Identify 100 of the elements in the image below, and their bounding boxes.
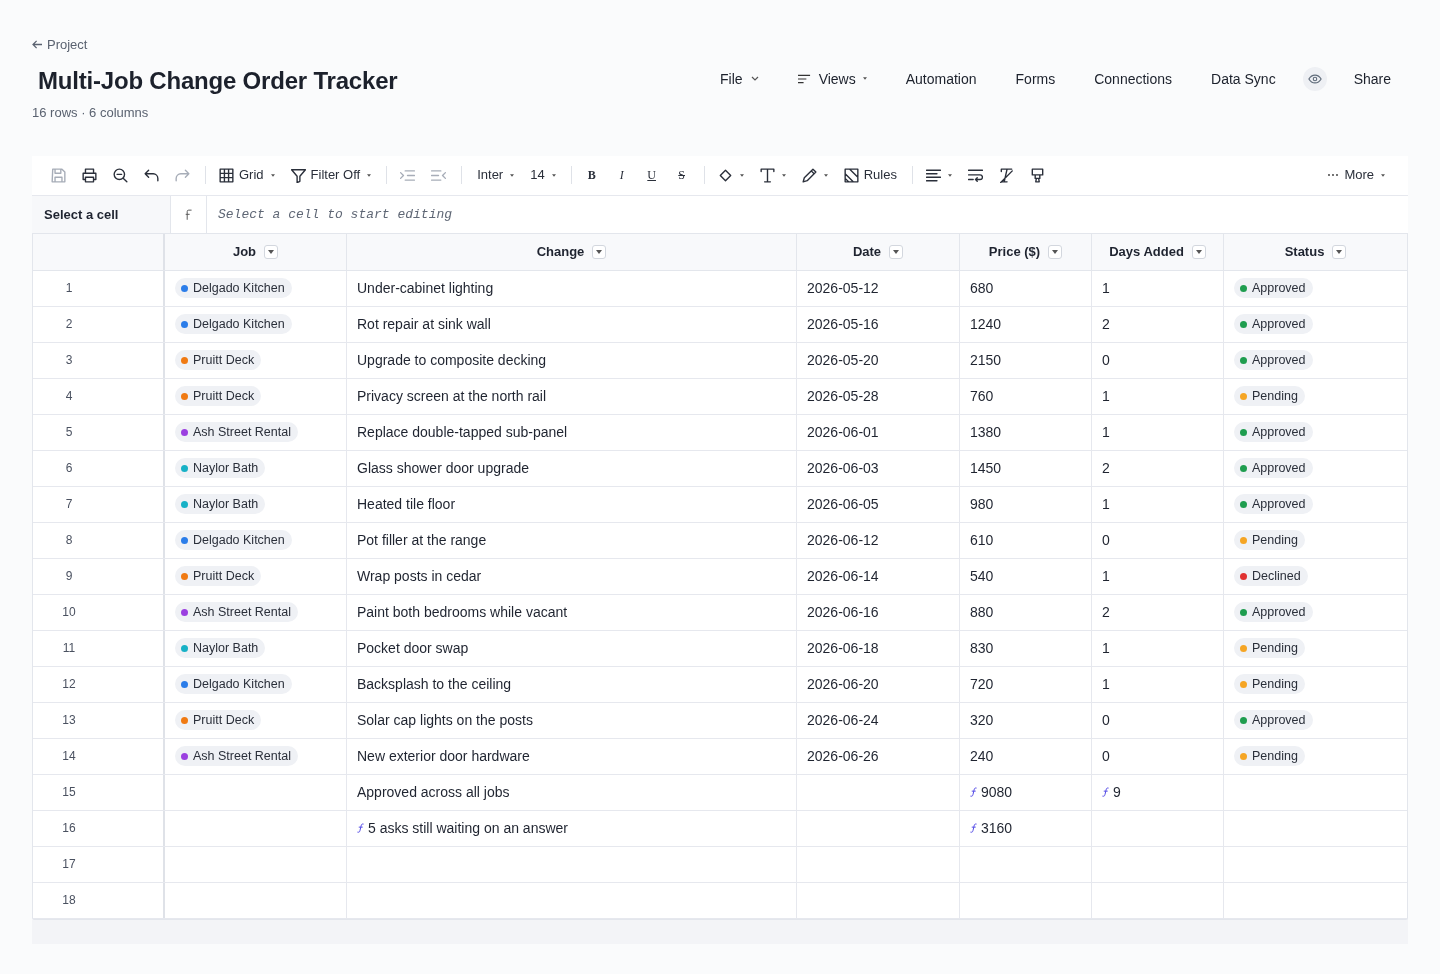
table-cell: 2026-06-01 — [797, 414, 960, 450]
table-cell: 1380 — [960, 414, 1092, 450]
formula-icon — [1102, 787, 1109, 797]
font-size-dropdown[interactable]: 14 — [523, 162, 563, 188]
redo-icon — [175, 167, 190, 183]
table-cell: 2026-06-05 — [797, 486, 960, 522]
column-menu-button[interactable] — [1332, 244, 1347, 259]
row-number: 11 — [33, 630, 165, 666]
table-cell: 2026-06-24 — [797, 702, 960, 738]
back-link[interactable]: Project — [32, 35, 88, 54]
table-cell: 2026-06-16 — [797, 594, 960, 630]
arrow-left-icon — [32, 40, 43, 49]
column-header: Date — [852, 244, 882, 259]
tag-label: Pruitt Deck — [193, 569, 255, 583]
font-dropdown[interactable]: Inter — [468, 162, 522, 188]
table-cell: 0 — [1092, 522, 1224, 558]
table-cell: 320 — [960, 702, 1092, 738]
italic-button[interactable]: I — [607, 162, 636, 188]
table-cell: 2026-05-12 — [797, 270, 960, 306]
table-cell: 2 — [1092, 450, 1224, 486]
more-menu[interactable]: More — [1321, 162, 1392, 188]
table-cell: 1 — [1092, 414, 1224, 450]
underline-button[interactable]: U — [637, 162, 666, 188]
formula-icon — [970, 823, 977, 833]
row-number: 9 — [33, 558, 165, 594]
table-cell: 2026-06-26 — [797, 738, 960, 774]
grid-icon — [219, 167, 234, 183]
column-menu-button[interactable] — [889, 244, 904, 259]
tag-label: Pending — [1252, 533, 1298, 547]
table-summary: 16 rows · 6 columns — [32, 103, 150, 122]
column-header: Job — [232, 244, 257, 259]
column-menu-button[interactable] — [1048, 244, 1063, 259]
table-cell: Glass shower door upgrade — [347, 450, 797, 486]
filter-dropdown[interactable]: Filter Off — [283, 162, 379, 188]
chevron-down-icon — [750, 76, 759, 81]
tag-label: Pruitt Deck — [193, 713, 255, 727]
row-number: 6 — [33, 450, 165, 486]
clear-format-icon — [998, 167, 1014, 183]
tag-label: Ash Street Rental — [193, 749, 291, 763]
column-header: Change — [536, 244, 585, 259]
table-cell: 1 — [1092, 558, 1224, 594]
table-cell: Backsplash to the ceiling — [347, 666, 797, 702]
tag-label: Pruitt Deck — [193, 389, 255, 403]
indent-icon — [400, 167, 416, 183]
table-cell: 0 — [1092, 342, 1224, 378]
bold-button[interactable]: B — [577, 162, 606, 188]
row-number: 5 — [33, 414, 165, 450]
column-header: Price ($) — [988, 244, 1041, 259]
table-cell: Solar cap lights on the posts — [347, 702, 797, 738]
text-wrap-icon — [967, 167, 983, 183]
formula-input[interactable]: Select a cell to start editing — [207, 195, 1408, 234]
column-menu-button[interactable] — [264, 244, 279, 259]
rules-button[interactable]: Rules — [836, 162, 904, 188]
table-cell: New exterior door hardware — [347, 738, 797, 774]
table-cell: Wrap posts in cedar — [347, 558, 797, 594]
page-title: Multi-Job Change Order Tracker — [38, 65, 399, 96]
table-cell: Heated tile floor — [347, 486, 797, 522]
table-cell: 1 — [1092, 378, 1224, 414]
tag-label: Naylor Bath — [193, 641, 259, 655]
table-cell: 2026-06-14 — [797, 558, 960, 594]
row-number: 10 — [33, 594, 165, 630]
formula-value: 9080 — [981, 784, 1013, 800]
table-cell: 0 — [1092, 738, 1224, 774]
table-cell: Approved across all jobs — [347, 774, 797, 810]
table-cell: 610 — [960, 522, 1092, 558]
lines-icon — [797, 73, 811, 84]
row-number: 13 — [33, 702, 165, 738]
formula-icon — [357, 823, 364, 833]
file-menu[interactable]: File — [720, 68, 759, 89]
row-number: 14 — [33, 738, 165, 774]
nav-link[interactable]: Forms — [1015, 68, 1056, 89]
nav-link[interactable]: Connections — [1094, 68, 1173, 89]
table-cell: Pot filler at the range — [347, 522, 797, 558]
column-menu-button[interactable] — [592, 244, 607, 259]
table-cell: 1 — [1092, 630, 1224, 666]
table-cell: Pocket door swap — [347, 630, 797, 666]
column-menu-button[interactable] — [1191, 244, 1206, 259]
paint-format-icon — [1029, 167, 1045, 183]
diamond-icon — [717, 167, 733, 183]
table-cell: Rot repair at sink wall — [347, 306, 797, 342]
nav-link[interactable]: Share — [1353, 68, 1391, 89]
tag-label: Pruitt Deck — [193, 353, 255, 367]
formula-value: 3160 — [981, 820, 1013, 836]
table-cell: 1 — [1092, 666, 1224, 702]
nav-link[interactable]: Data Sync — [1211, 68, 1276, 89]
formula-icon — [970, 787, 977, 797]
views-menu[interactable]: Views — [797, 68, 867, 89]
tag-label: Pending — [1252, 389, 1298, 403]
row-number: 8 — [33, 522, 165, 558]
tag-label: Approved — [1252, 461, 1306, 475]
outdent-icon — [431, 167, 447, 183]
tag-label: Declined — [1252, 569, 1301, 583]
preview-button[interactable] — [1302, 66, 1327, 91]
table-cell: Upgrade to composite decking — [347, 342, 797, 378]
view-dropdown[interactable]: Grid — [212, 162, 282, 188]
eye-icon — [1307, 73, 1322, 84]
table-cell: 2026-06-18 — [797, 630, 960, 666]
table-cell: Under-cabinet lighting — [347, 270, 797, 306]
nav-link[interactable]: Automation — [905, 68, 977, 89]
strikethrough-button[interactable]: S — [667, 162, 696, 188]
